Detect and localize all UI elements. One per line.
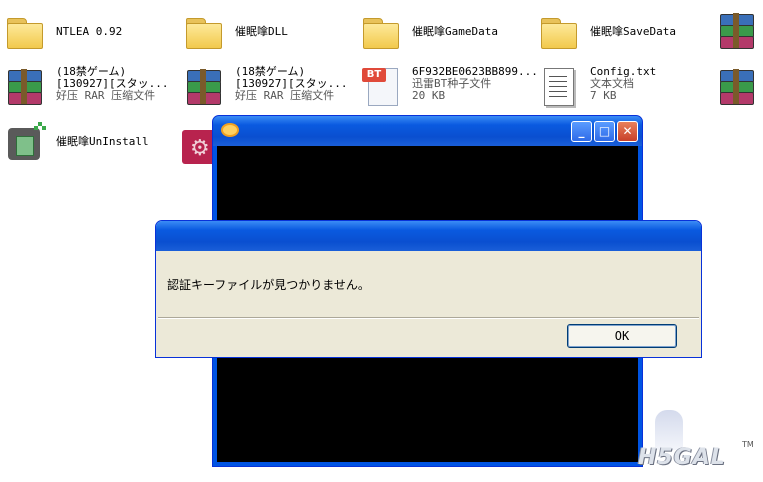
watermark-figure — [655, 410, 683, 450]
item-label: (18禁ゲーム) [130927][スタッ... 好压 RAR 压缩文件 — [235, 66, 347, 102]
item-label: Config.txt 文本文档 7 KB — [590, 66, 656, 102]
uninstall-icon — [4, 122, 46, 162]
dialog-separator — [158, 317, 699, 319]
item-label: 催眠嗱DLL — [235, 25, 288, 38]
item-label: 催眠嗱GameData — [412, 25, 498, 38]
console-titlebar[interactable]: _ □ ✕ — [213, 116, 642, 146]
folder-icon — [183, 12, 223, 52]
config-txt-file[interactable]: Config.txt 文本文档 7 KB — [538, 66, 656, 106]
rar-archive-icon — [4, 66, 44, 106]
item-label: 催眠嗱UnInstall — [56, 135, 149, 148]
error-dialog[interactable]: 認証キーファイルが見つかりません。 OK — [155, 220, 702, 358]
close-button[interactable]: ✕ — [617, 121, 638, 142]
item-type: 好压 RAR 压缩文件 — [235, 89, 335, 102]
rar-file-2[interactable]: (18禁ゲーム) [130927][スタッ... 好压 RAR 压缩文件 — [183, 66, 347, 106]
bt-torrent-icon: BT — [360, 66, 400, 106]
item-size: 7 KB — [590, 89, 617, 102]
item-type: 好压 RAR 压缩文件 — [56, 89, 156, 102]
text-document-icon — [538, 66, 578, 106]
watermark-tm: TM — [742, 440, 754, 449]
folder-gamedata[interactable]: 催眠嗱GameData — [360, 12, 498, 52]
rar-file-partial-2[interactable] — [716, 66, 756, 106]
item-label: (18禁ゲーム) [130927][スタッ... 好压 RAR 压缩文件 — [56, 66, 168, 102]
ok-button[interactable]: OK — [567, 324, 677, 348]
folder-ntlea[interactable]: NTLEA 0.92 — [4, 12, 122, 52]
minimize-button[interactable]: _ — [571, 121, 592, 142]
rar-file-1[interactable]: (18禁ゲーム) [130927][スタッ... 好压 RAR 压缩文件 — [4, 66, 168, 106]
item-size: 20 KB — [412, 89, 446, 102]
folder-icon — [538, 12, 578, 52]
rar-archive-icon — [183, 66, 223, 106]
item-label: NTLEA 0.92 — [56, 25, 123, 38]
rar-file-partial[interactable] — [716, 10, 756, 50]
item-label: 催眠嗱SaveData — [590, 25, 676, 38]
folder-dll[interactable]: 催眠嗱DLL — [183, 12, 288, 52]
dialog-titlebar[interactable] — [156, 221, 701, 251]
watermark-logo: H5GAL — [638, 445, 726, 470]
maximize-button[interactable]: □ — [594, 121, 615, 142]
folder-icon — [360, 12, 400, 52]
item-label: 6F932BE0623BB899... 迅雷BT种子文件 20 KB — [412, 66, 538, 102]
rar-archive-icon — [716, 66, 756, 106]
folder-icon — [4, 12, 44, 52]
bt-torrent-file[interactable]: BT 6F932BE0623BB899... 迅雷BT种子文件 20 KB — [360, 66, 538, 106]
folder-savedata[interactable]: 催眠嗱SaveData — [538, 12, 676, 52]
rar-archive-icon — [716, 10, 756, 50]
uninstall-shortcut[interactable]: 催眠嗱UnInstall — [4, 122, 149, 162]
dialog-message: 認証キーファイルが見つかりません。 — [167, 278, 370, 292]
app-icon — [221, 123, 239, 137]
